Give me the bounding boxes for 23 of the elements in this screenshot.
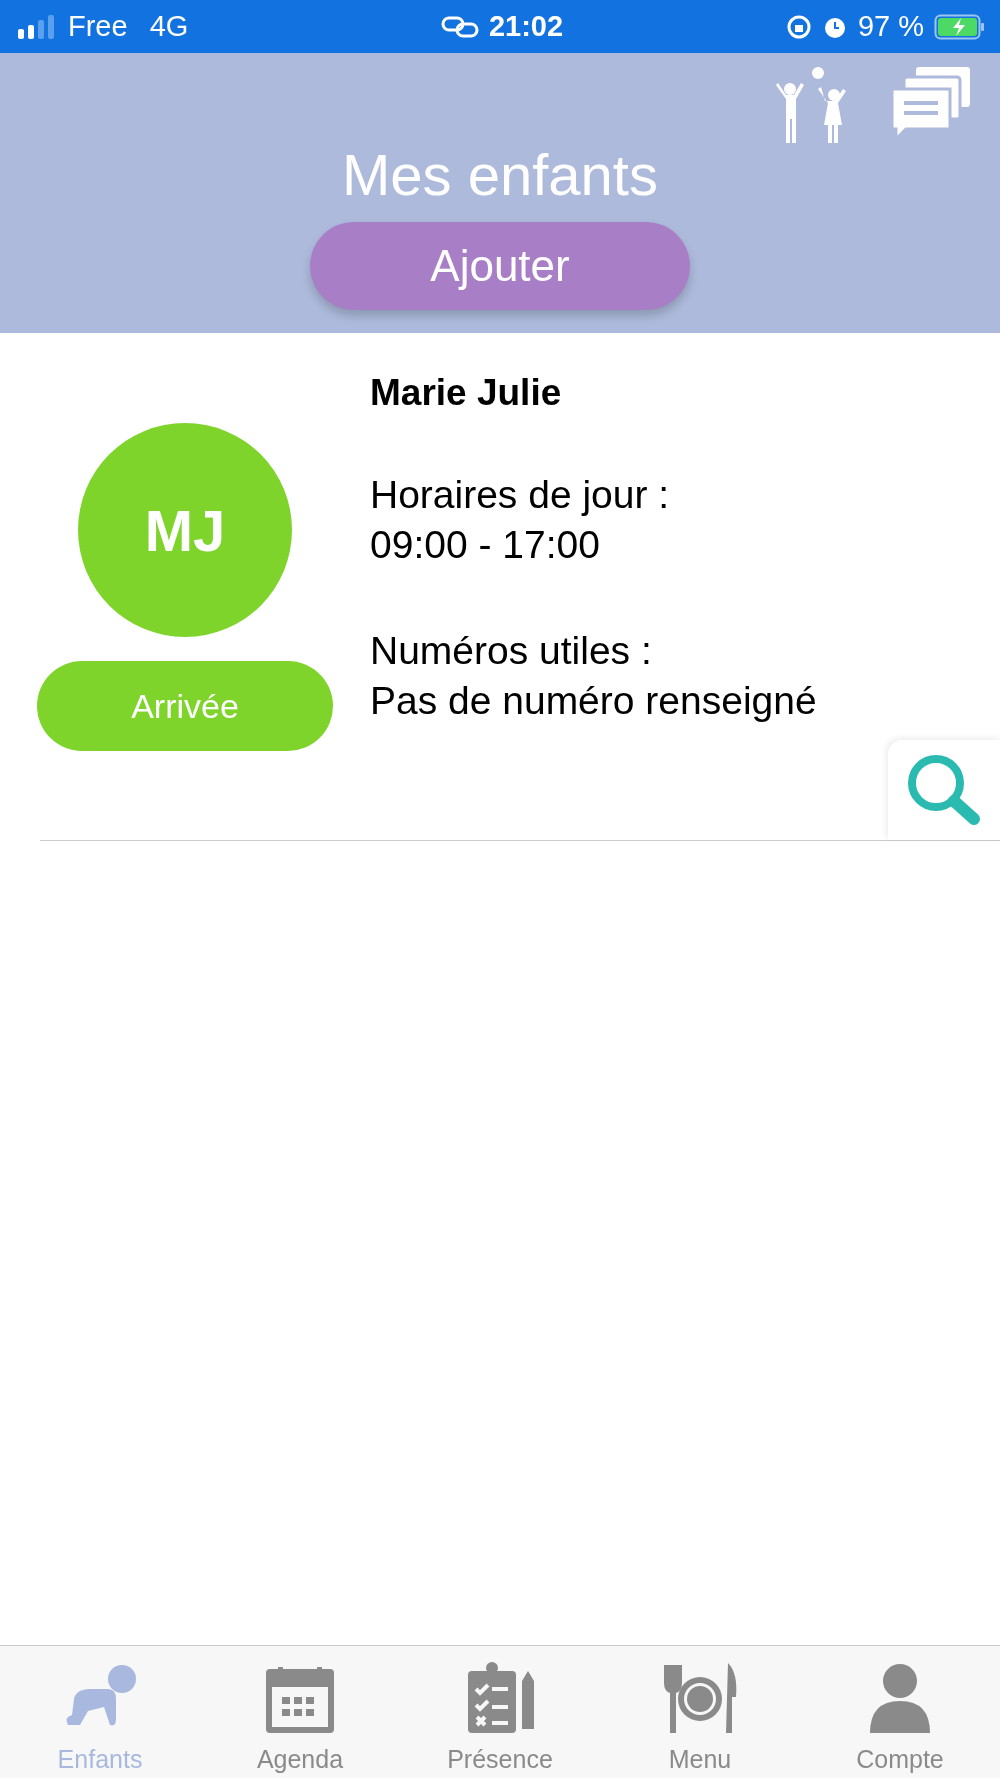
- carrier-name: Free: [68, 10, 128, 43]
- tab-bar-item[interactable]: Agenda: [200, 1646, 400, 1778]
- clock-time: 21:02: [488, 10, 564, 43]
- tab-bar-item[interactable]: Compte: [800, 1646, 1000, 1778]
- arrival-button[interactable]: Arrivée: [37, 661, 333, 751]
- page-title: Mes enfants: [342, 141, 658, 208]
- schedule-label: Horaires de jour :: [370, 472, 671, 518]
- child-name: Marie Julie: [370, 371, 563, 415]
- tab-bar-item[interactable]: Enfants: [0, 1646, 200, 1778]
- battery-charging-icon: [934, 13, 986, 40]
- rotation-lock-icon: [785, 13, 812, 40]
- network-type: 4G: [149, 10, 189, 43]
- child-avatar: MJ: [78, 423, 292, 637]
- search-button[interactable]: [888, 740, 1000, 840]
- phones-value: Pas de numéro renseigné: [370, 678, 817, 724]
- add-button[interactable]: Ajouter: [310, 222, 690, 310]
- tab-bar-item[interactable]: Menu: [600, 1646, 800, 1778]
- search-icon: [906, 753, 982, 827]
- tab-bar-item[interactable]: Présence: [400, 1646, 600, 1778]
- schedule-hours: 09:00 - 17:00: [370, 522, 601, 568]
- link-icon: [440, 14, 479, 39]
- phones-label: Numéros utiles :: [370, 628, 653, 674]
- battery-percent: 97 %: [857, 10, 924, 43]
